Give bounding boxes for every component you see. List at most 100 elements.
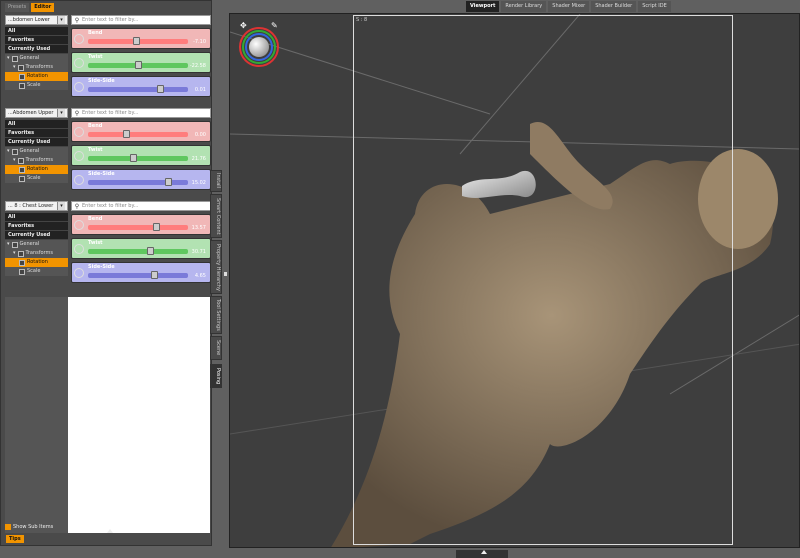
slider-thumb[interactable] xyxy=(152,223,160,231)
tree-item-all[interactable]: All xyxy=(5,120,68,129)
tree-item-general[interactable]: ▾ General xyxy=(5,240,68,249)
tree-item-favorites[interactable]: Favorites xyxy=(5,222,68,231)
slider-track[interactable] xyxy=(88,249,188,254)
tree-item-scale[interactable]: Scale xyxy=(5,174,68,183)
slider-track[interactable] xyxy=(88,132,188,137)
node-select[interactable]: ...bdomen Lower ▾ xyxy=(5,15,68,25)
folder-icon xyxy=(19,82,25,89)
dial-icon xyxy=(74,34,84,44)
slider-thumb[interactable] xyxy=(129,154,137,162)
folder-icon xyxy=(17,250,24,257)
slider-thumb[interactable] xyxy=(150,271,158,279)
navigation-gizmo[interactable]: ✥ ✎ xyxy=(239,21,283,67)
slider-twist[interactable]: Twist 21.76 xyxy=(71,145,211,166)
chevron-down-icon[interactable]: ▾ xyxy=(57,16,65,24)
expand-icon[interactable]: ▾ xyxy=(13,249,16,258)
slider-twist[interactable]: Twist -22.58 xyxy=(71,52,211,73)
slider-thumb[interactable] xyxy=(132,37,140,45)
slider-track[interactable] xyxy=(88,225,188,230)
slider-track[interactable] xyxy=(88,156,188,161)
slider-bend[interactable]: Bend 0.00 xyxy=(71,121,211,142)
slider-thumb[interactable] xyxy=(134,61,142,69)
dial-icon xyxy=(74,175,84,185)
tree-item-all[interactable]: All xyxy=(5,213,68,222)
node-select[interactable]: ...Abdomen Upper ▾ xyxy=(5,108,68,118)
checkbox-icon[interactable] xyxy=(5,524,11,530)
tree-item-rotation[interactable]: Rotation xyxy=(5,258,68,267)
tab-posing[interactable]: Posing xyxy=(210,364,222,388)
slider-side-side[interactable]: Side-Side 0.01 xyxy=(71,76,211,97)
tree-item-currently-used[interactable]: Currently Used xyxy=(5,231,68,240)
tab-presets[interactable]: Presets xyxy=(5,3,30,12)
slider-thumb[interactable] xyxy=(122,130,130,138)
slider-track[interactable] xyxy=(88,273,188,278)
splitter-handle[interactable] xyxy=(224,272,227,276)
show-sub-items[interactable]: Show Sub Items xyxy=(5,523,68,531)
slider-bend[interactable]: Bend 13.57 xyxy=(71,214,211,235)
tree-item-transforms[interactable]: ▾ Transforms xyxy=(5,249,68,258)
slider-thumb[interactable] xyxy=(156,85,164,93)
filter-input[interactable]: ⚲ Enter text to filter by... xyxy=(71,15,211,25)
slider-side-side[interactable]: Side-Side 15.02 xyxy=(71,169,211,190)
slider-track[interactable] xyxy=(88,180,188,185)
tree-item-general[interactable]: ▾ General xyxy=(5,54,68,63)
camera-frame xyxy=(353,15,733,545)
tab-install[interactable]: Install xyxy=(210,170,222,192)
pin-icon[interactable]: ✎ xyxy=(271,21,278,30)
tab-property-hierarchy[interactable]: Property Hierarchy xyxy=(210,240,222,294)
search-icon: ⚲ xyxy=(74,109,80,117)
dial-icon xyxy=(74,151,84,161)
filter-input[interactable]: ⚲ Enter text to filter by... xyxy=(71,108,211,118)
tree-item-rotation[interactable]: Rotation xyxy=(5,165,68,174)
filter-input[interactable]: ⚲ Enter text to filter by... xyxy=(71,201,211,211)
tab-tool-settings[interactable]: Tool Settings xyxy=(210,296,222,334)
tab-script-ide[interactable]: Script IDE xyxy=(638,1,671,12)
slider-track[interactable] xyxy=(88,87,188,92)
main-tab-bar: Viewport Render Library Shader Mixer Sha… xyxy=(466,1,671,12)
chevron-down-icon[interactable]: ▾ xyxy=(57,109,65,117)
tree-item-transforms[interactable]: ▾ Transforms xyxy=(5,156,68,165)
property-tree: All Favorites Currently Used ▾ General ▾ T… xyxy=(5,213,68,276)
tree-item-favorites[interactable]: Favorites xyxy=(5,36,68,45)
tree-item-currently-used[interactable]: Currently Used xyxy=(5,45,68,54)
slider-thumb[interactable] xyxy=(146,247,154,255)
3d-viewport[interactable]: S : 8 ✥ ✎ xyxy=(229,13,800,548)
tab-editor[interactable]: Editor xyxy=(31,3,55,12)
slider-side-side[interactable]: Side-Side 4.65 xyxy=(71,262,211,283)
tree-item-scale[interactable]: Scale xyxy=(5,267,68,276)
tips-button[interactable]: Tips xyxy=(6,535,24,543)
expand-icon[interactable]: ▾ xyxy=(13,63,16,72)
collapse-arrow-icon[interactable] xyxy=(107,529,113,533)
tree-item-currently-used[interactable]: Currently Used xyxy=(5,138,68,147)
expand-icon[interactable]: ▾ xyxy=(7,147,10,156)
folder-icon xyxy=(19,73,25,80)
slider-twist[interactable]: Twist 30.71 xyxy=(71,238,211,259)
tree-item-general[interactable]: ▾ General xyxy=(5,147,68,156)
slider-bend[interactable]: Bend -7.10 xyxy=(71,28,211,49)
tab-scene[interactable]: Scene xyxy=(210,336,222,360)
expand-icon[interactable]: ▾ xyxy=(7,240,10,249)
orbit-sphere-icon[interactable] xyxy=(249,37,269,57)
tab-shader-builder[interactable]: Shader Builder xyxy=(591,1,637,12)
tree-item-rotation[interactable]: Rotation xyxy=(5,72,68,81)
chevron-down-icon[interactable]: ▾ xyxy=(57,202,65,210)
pan-icon[interactable]: ✥ xyxy=(240,21,247,30)
folder-icon xyxy=(17,64,24,71)
tab-render-library[interactable]: Render Library xyxy=(501,1,547,12)
folder-icon xyxy=(11,148,18,155)
folder-icon xyxy=(19,259,25,266)
tree-item-transforms[interactable]: ▾ Transforms xyxy=(5,63,68,72)
tree-item-favorites[interactable]: Favorites xyxy=(5,129,68,138)
tree-item-scale[interactable]: Scale xyxy=(5,81,68,90)
tab-shader-mixer[interactable]: Shader Mixer xyxy=(548,1,590,12)
properties-empty-area xyxy=(68,297,210,533)
tab-viewport[interactable]: Viewport xyxy=(466,1,500,12)
tab-smart-content[interactable]: Smart Content xyxy=(210,194,222,238)
slider-thumb[interactable] xyxy=(164,178,172,186)
expand-arrow-icon[interactable] xyxy=(481,550,487,554)
node-select[interactable]: ... 8 : Chest Lower ▾ xyxy=(5,201,68,211)
tree-item-all[interactable]: All xyxy=(5,27,68,36)
expand-icon[interactable]: ▾ xyxy=(13,156,16,165)
dial-icon xyxy=(74,268,84,278)
expand-icon[interactable]: ▾ xyxy=(7,54,10,63)
